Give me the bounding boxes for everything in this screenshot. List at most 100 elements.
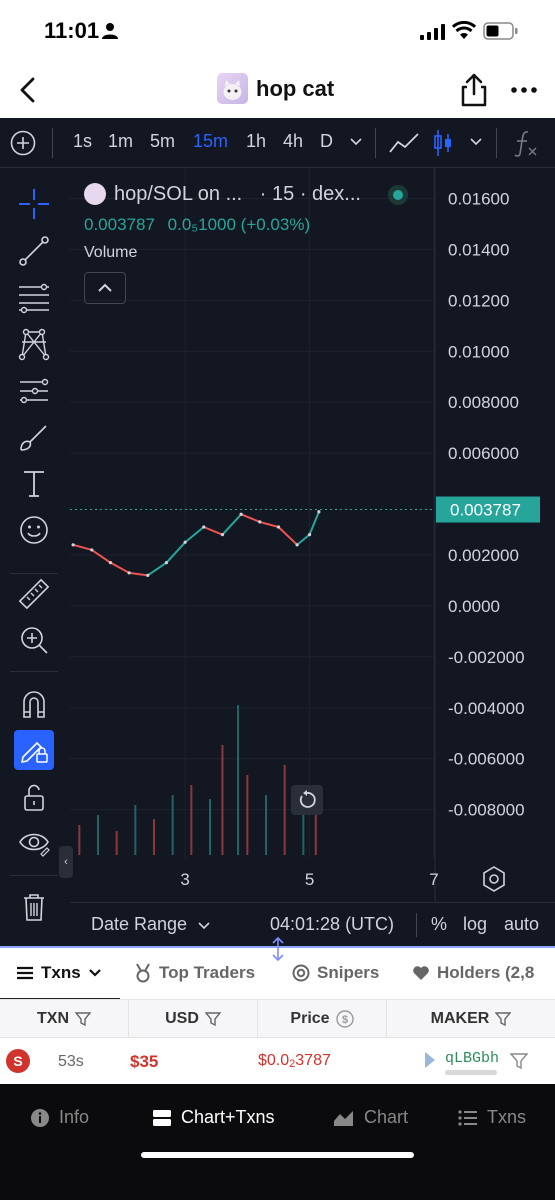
utc-clock[interactable]: 04:01:28 (UTC) <box>270 914 394 935</box>
list-icon <box>17 966 33 980</box>
heart-icon <box>413 966 429 980</box>
log-scale-toggle[interactable]: log <box>463 914 487 935</box>
stay-in-drawing-mode-button[interactable] <box>14 730 54 770</box>
chevron-up-icon <box>98 283 112 292</box>
chart-bottom-bar: Date Range 04:01:28 (UTC) % log auto <box>70 902 555 946</box>
zoom-tool-button[interactable] <box>14 620 54 660</box>
interval-1s[interactable]: 1s <box>73 131 92 152</box>
trash-icon <box>24 894 44 921</box>
back-button[interactable] <box>12 72 48 108</box>
emoji-tool-button[interactable] <box>14 510 54 550</box>
nav-info-label: Info <box>59 1107 90 1127</box>
prediction-tool-button[interactable] <box>14 371 54 411</box>
tab-txns[interactable]: Txns <box>16 963 102 983</box>
legend-price: 0.003787 <box>84 215 155 234</box>
magnet-icon <box>23 691 45 718</box>
interval-1m[interactable]: 1m <box>108 131 133 152</box>
tab-holders-label: Holders (2,8 <box>437 963 535 982</box>
nav-info[interactable]: Info <box>30 1107 89 1128</box>
price-line-segment <box>128 571 148 577</box>
volume-bar <box>115 831 118 855</box>
chevron-down-icon[interactable] <box>349 137 363 147</box>
column-usd-label: USD <box>165 1010 199 1027</box>
tab-snipers[interactable]: Snipers <box>292 963 379 983</box>
function-icon[interactable] <box>512 128 540 158</box>
hide-drawings-button[interactable] <box>14 823 54 863</box>
txn-age: 53s <box>58 1053 84 1070</box>
y-tick-label: 0.008000 <box>448 393 519 412</box>
trend-line-tool-button[interactable] <box>14 231 54 271</box>
date-range-button[interactable]: Date Range <box>91 914 210 935</box>
more-options-button[interactable] <box>508 76 540 104</box>
remove-drawings-button[interactable] <box>14 887 54 927</box>
candlestick-icon[interactable] <box>432 128 454 158</box>
svg-text:$: $ <box>342 1014 348 1026</box>
chart-area[interactable]: 0.01600 0.01400 0.01200 0.01000 0.008000 0.00… <box>59 168 555 946</box>
fib-retracement-icon <box>19 283 49 314</box>
last-price-label: 0.003787 <box>450 501 521 520</box>
price-point <box>108 561 113 565</box>
auto-scale-toggle[interactable]: auto <box>504 914 539 935</box>
measure-tool-button[interactable] <box>14 574 54 614</box>
x-tick-label: 5 <box>305 870 314 889</box>
fib-tool-button[interactable] <box>14 277 54 317</box>
column-price[interactable]: Price $ <box>258 1000 387 1038</box>
toggle-drawing-toolbar-button[interactable]: ‹ <box>59 846 73 878</box>
table-row[interactable]: S 53s $35 $0.023787 qLBGbh <box>0 1038 555 1084</box>
column-usd[interactable]: USD <box>129 1000 258 1038</box>
chart-legend: hop/SOL on ... · 15 · dex... <box>84 183 361 206</box>
column-maker[interactable]: MAKER <box>387 1000 555 1038</box>
y-tick-label: -0.004000 <box>448 699 525 718</box>
price-point <box>183 540 187 544</box>
price-line-segment <box>91 549 112 564</box>
volume-indicator-label: Volume <box>84 244 138 261</box>
interval-5m[interactable]: 5m <box>150 131 175 152</box>
interval-4h[interactable]: 4h <box>283 131 303 152</box>
price-point <box>258 520 262 524</box>
line-chart-type-icon[interactable] <box>388 130 420 156</box>
nav-chart[interactable]: Chart <box>333 1107 408 1128</box>
percent-scale-toggle[interactable]: % <box>431 914 447 935</box>
magnet-tool-button[interactable] <box>14 684 54 724</box>
nav-chart-txns[interactable]: Chart+Txns <box>152 1107 275 1128</box>
ruler-icon <box>18 578 50 610</box>
volume-bar <box>246 775 249 855</box>
chart-settings-button[interactable] <box>480 865 508 893</box>
chart-toolbar: 1s 1m 5m 15m 1h 4h D <box>0 118 555 168</box>
price-line-segment <box>240 513 261 523</box>
add-indicator-icon[interactable] <box>10 130 36 156</box>
txn-maker[interactable]: qLBGbh <box>445 1050 499 1067</box>
tab-snipers-label: Snipers <box>317 963 380 982</box>
brush-tool-button[interactable] <box>14 417 54 457</box>
share-button[interactable] <box>458 72 490 108</box>
cat-icon <box>223 80 242 100</box>
price-chart[interactable]: 0.01600 0.01400 0.01200 0.01000 0.008000 0.00… <box>70 168 555 946</box>
lock-drawings-button[interactable] <box>14 777 54 817</box>
txn-table-header: TXN USD Price $ MAKER <box>0 1000 555 1038</box>
volume-bar <box>283 765 286 855</box>
interval-1h[interactable]: 1h <box>246 131 266 152</box>
price-line-segment <box>165 541 186 564</box>
tab-top-traders[interactable]: Top Traders <box>134 963 255 983</box>
y-tick-label: 0.01600 <box>448 190 509 209</box>
collapse-legend-button[interactable] <box>84 272 126 304</box>
eye-icon <box>19 833 50 857</box>
interval-15m[interactable]: 15m <box>193 131 228 152</box>
resize-handle[interactable] <box>264 936 292 962</box>
crosshair-tool-button[interactable] <box>14 184 54 224</box>
text-tool-button[interactable] <box>14 464 54 504</box>
price-point <box>202 525 206 529</box>
chevron-down-icon[interactable] <box>469 137 483 147</box>
wifi-icon <box>452 21 476 39</box>
drawing-toolbar <box>0 168 70 946</box>
page-title: hop cat <box>256 76 335 101</box>
pattern-tool-button[interactable] <box>14 324 54 364</box>
nav-chart-label: Chart <box>364 1107 409 1127</box>
reset-chart-button[interactable] <box>291 785 323 815</box>
wallet-icon <box>425 1052 435 1068</box>
nav-txns[interactable]: Txns <box>458 1107 526 1128</box>
tab-holders[interactable]: Holders (2,8 <box>412 963 534 983</box>
column-txn[interactable]: TXN <box>0 1000 129 1038</box>
filter-icon[interactable] <box>510 1052 528 1070</box>
interval-d[interactable]: D <box>320 131 333 152</box>
